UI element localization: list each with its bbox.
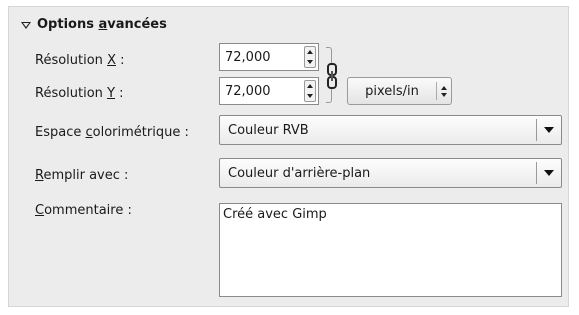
resolution-x-label: Résolution X : xyxy=(35,53,125,68)
resolution-x-value[interactable]: 72,000 xyxy=(220,50,304,65)
fill-value: Couleur d'arrière-plan xyxy=(228,165,371,181)
dropdown-arrow-icon[interactable] xyxy=(537,170,561,176)
triangle-down-icon xyxy=(21,22,31,29)
advanced-options-expander[interactable]: Options avancées xyxy=(21,17,167,32)
chain-bracket-bottom xyxy=(326,87,332,103)
section-title: Options avancées xyxy=(37,17,167,32)
colorspace-value: Couleur RVB xyxy=(228,122,309,138)
dropdown-arrow-icon[interactable] xyxy=(537,127,561,133)
resolution-unit-select[interactable]: pixels/in xyxy=(347,77,452,105)
resolution-y-spinbutton[interactable]: 72,000 xyxy=(219,77,319,105)
colorspace-label: Espace colorimétrique : xyxy=(35,125,189,140)
comment-textarea[interactable]: Créé avec Gimp xyxy=(219,203,562,297)
chain-bracket-top xyxy=(326,47,332,63)
fill-label: Remplir avec : xyxy=(35,168,129,183)
spin-arrows-icon xyxy=(437,85,451,97)
resolution-y-label: Résolution Y : xyxy=(35,86,124,101)
chain-link-icon[interactable] xyxy=(326,63,338,89)
resolution-unit-value: pixels/in xyxy=(365,83,419,99)
comment-label: Commentaire : xyxy=(35,203,132,218)
resolution-x-spinbutton[interactable]: 72,000 xyxy=(219,43,319,71)
colorspace-dropdown[interactable]: Couleur RVB xyxy=(219,115,562,145)
spin-arrows-icon[interactable] xyxy=(304,46,316,68)
fill-dropdown[interactable]: Couleur d'arrière-plan xyxy=(219,158,562,188)
spin-arrows-icon[interactable] xyxy=(304,80,316,102)
resolution-y-value[interactable]: 72,000 xyxy=(220,84,304,99)
advanced-options-panel: Options avancées Résolution X : 72,000 R… xyxy=(8,6,569,307)
